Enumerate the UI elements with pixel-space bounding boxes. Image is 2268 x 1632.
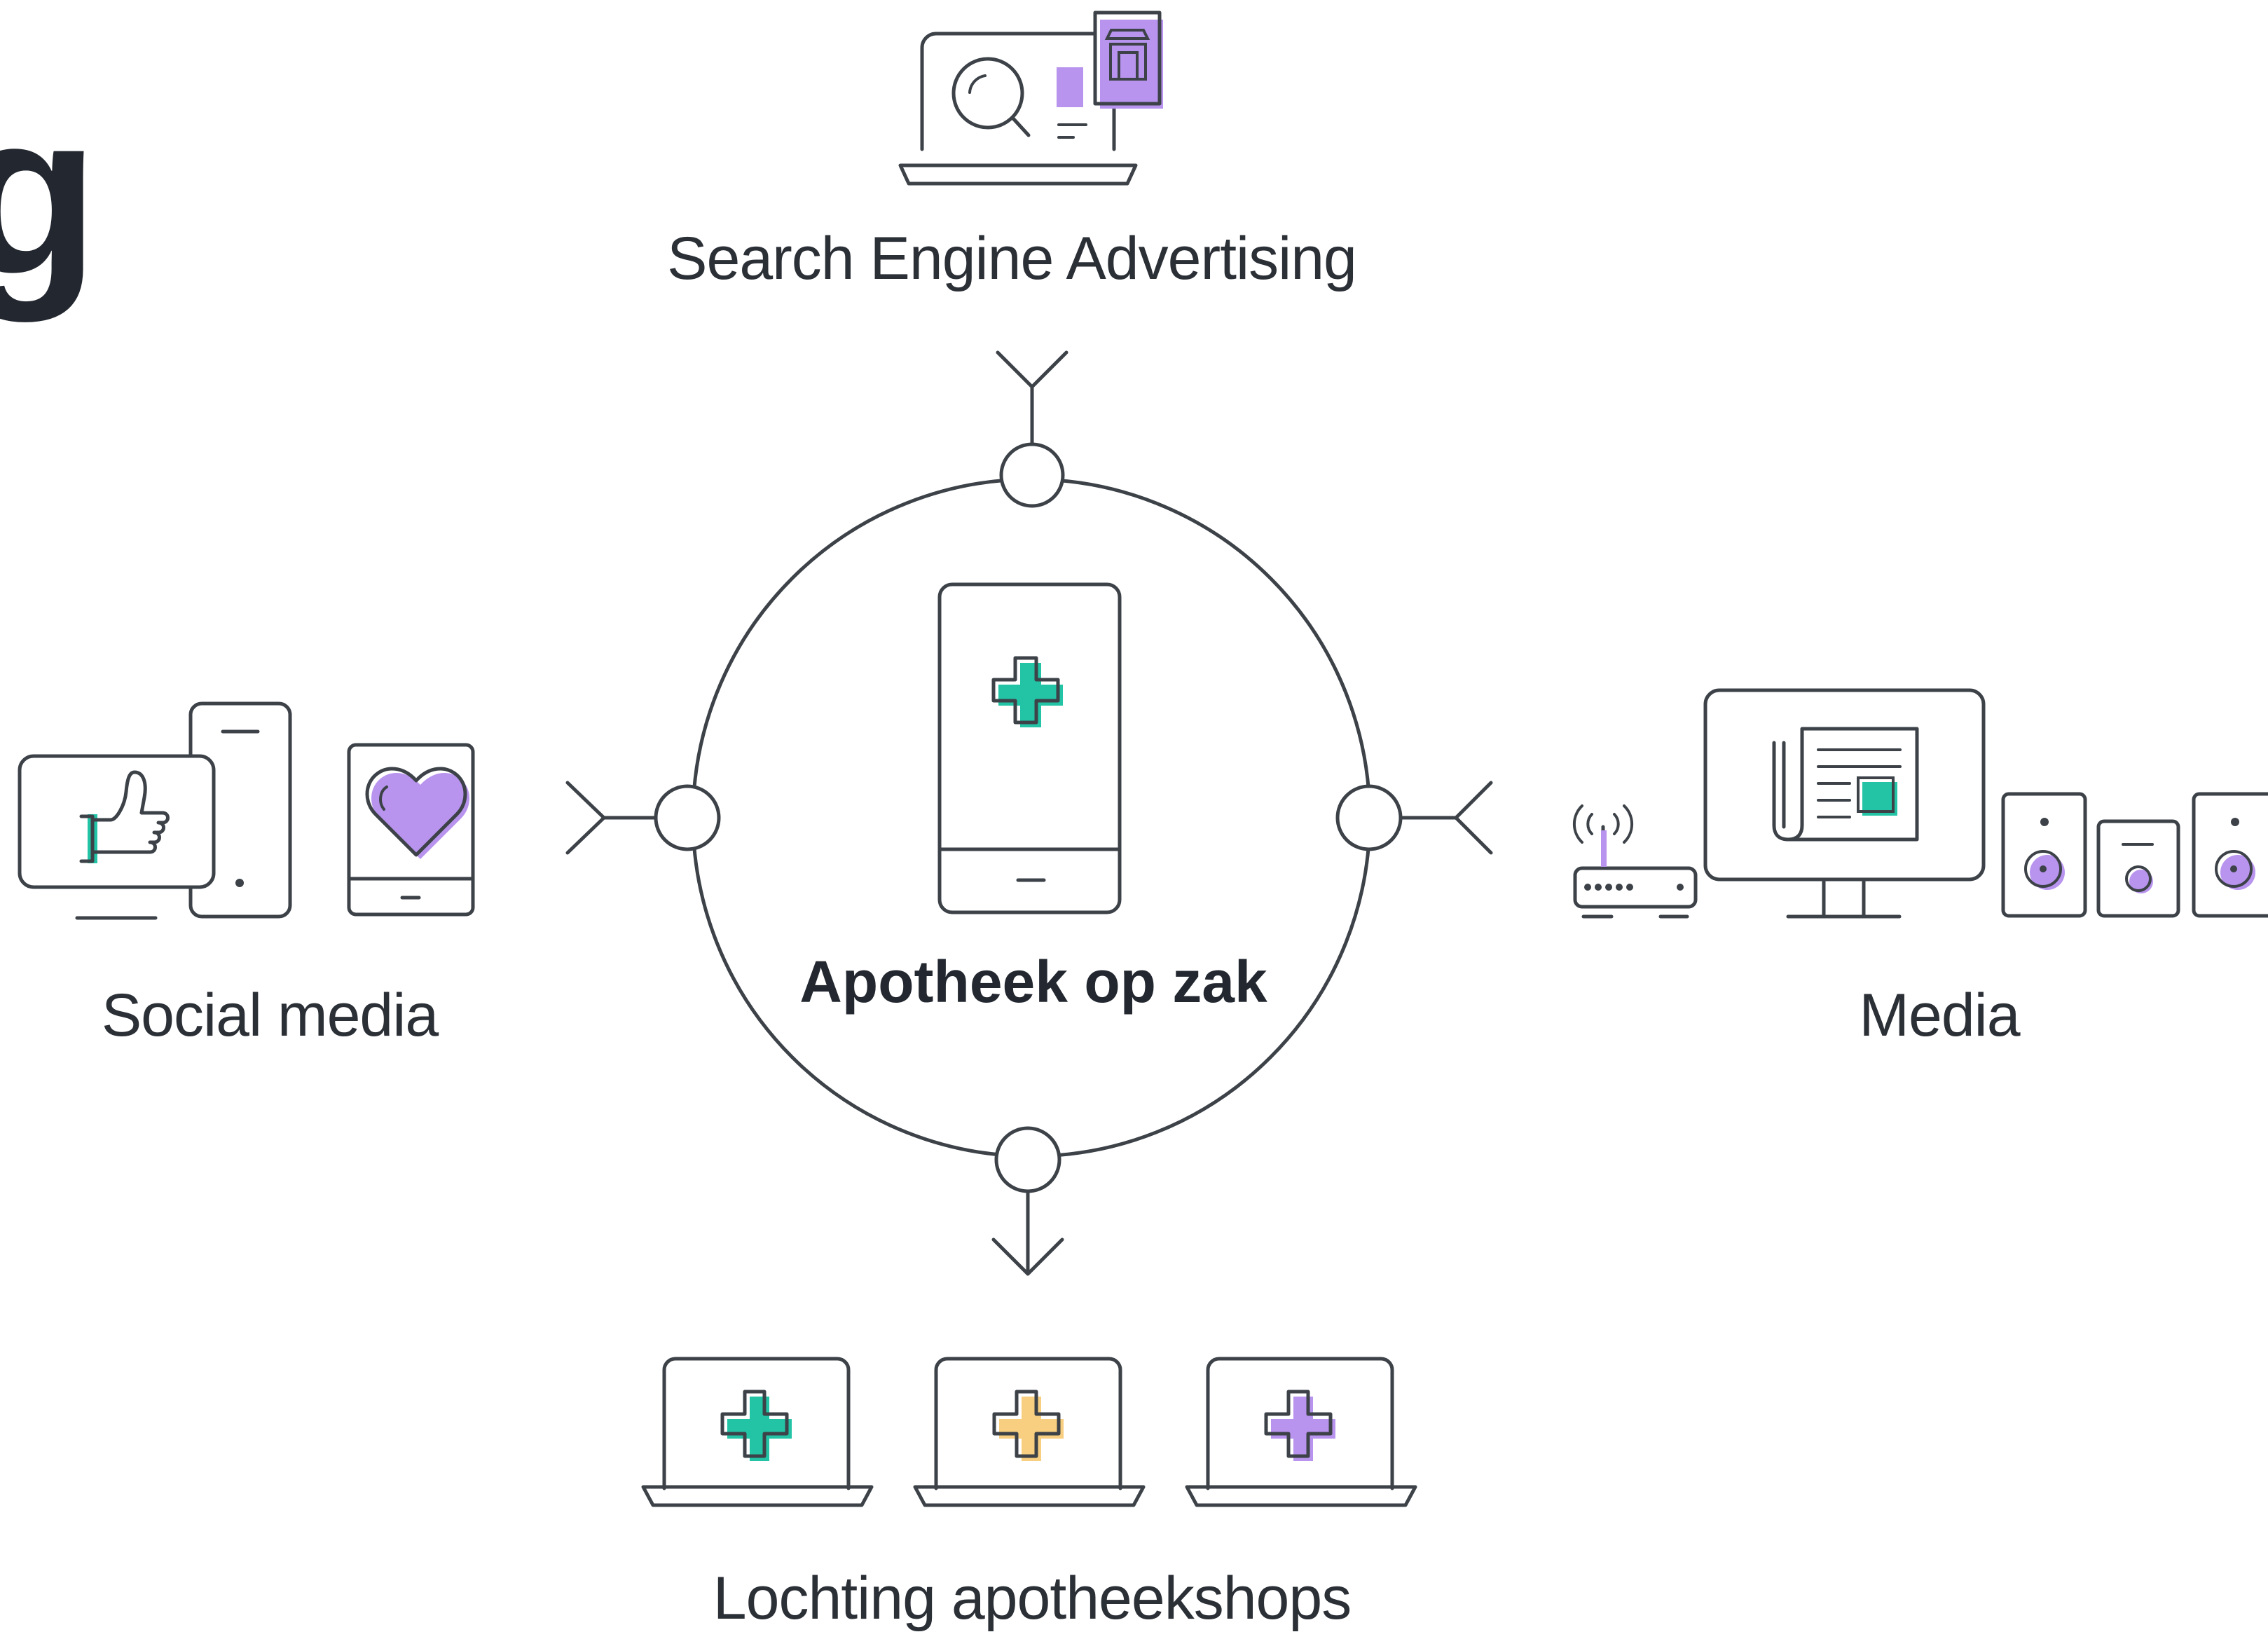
social-devices-icon: [18, 701, 475, 920]
connector-bottom: [991, 1126, 1064, 1276]
label-media: Media: [1859, 982, 2020, 1049]
connector-top: [996, 350, 1068, 508]
laptop-purple-cross-icon: [1185, 1357, 1417, 1507]
label-search-engine-advertising: Search Engine Advertising: [667, 225, 1356, 292]
phone-app-icon: [937, 582, 1122, 914]
connector-left: [565, 781, 721, 855]
connector-right: [1335, 781, 1493, 855]
heading-fragment: g: [0, 64, 99, 324]
center-label: Apotheek op zak: [799, 949, 1267, 1015]
label-social-media: Social media: [102, 982, 439, 1049]
laptop-teal-cross-icon: [641, 1357, 874, 1507]
hub-circle: [691, 477, 1372, 1158]
laptop-yellow-cross-icon: [913, 1357, 1146, 1507]
laptop-search-store-icon: [898, 11, 1163, 186]
laptops-pharmacy-icon: [641, 1357, 1417, 1507]
media-devices-icon: [1572, 688, 2268, 919]
channel-diagram: g Apotheek op zak Search Engine Advertis…: [0, 11, 2268, 1632]
label-lochting-apotheekshops: Lochting apotheekshops: [713, 1565, 1351, 1632]
